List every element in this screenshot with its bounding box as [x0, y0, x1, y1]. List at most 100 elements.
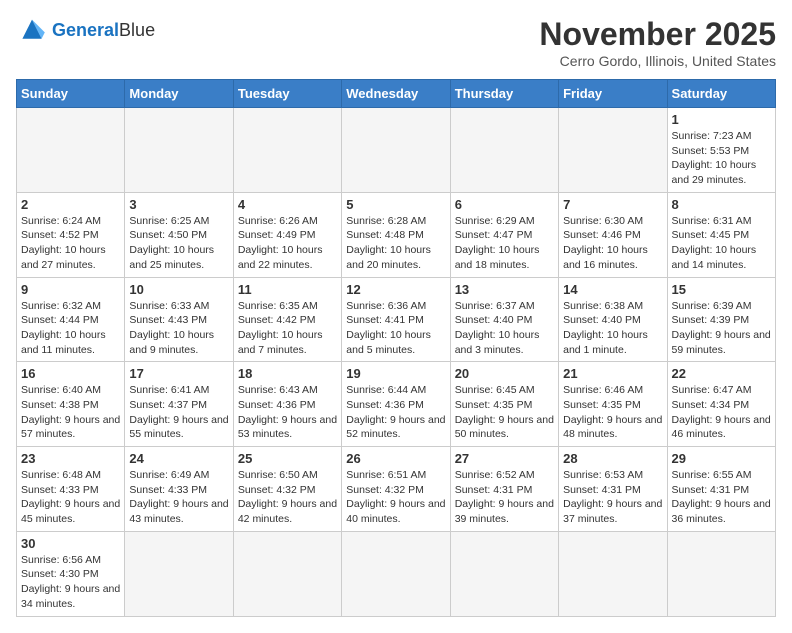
calendar-week-row: 1Sunrise: 7:23 AM Sunset: 5:53 PM Daylig… — [17, 108, 776, 193]
day-number: 11 — [238, 282, 337, 297]
day-number: 19 — [346, 366, 445, 381]
day-info: Sunrise: 6:56 AM Sunset: 4:30 PM Dayligh… — [21, 553, 120, 612]
day-info: Sunrise: 6:50 AM Sunset: 4:32 PM Dayligh… — [238, 468, 337, 527]
day-number: 7 — [563, 197, 662, 212]
logo: GeneralBlue — [16, 16, 155, 44]
day-info: Sunrise: 6:29 AM Sunset: 4:47 PM Dayligh… — [455, 214, 554, 273]
calendar-cell: 22 Sunrise: 6:47 AM Sunset: 4:34 PM Dayli… — [667, 362, 775, 447]
calendar-cell: 13 Sunrise: 6:37 AM Sunset: 4:40 PM Dayli… — [450, 277, 558, 362]
calendar-cell — [450, 531, 558, 616]
logo-text: GeneralBlue — [52, 20, 155, 41]
calendar-cell: 1Sunrise: 7:23 AM Sunset: 5:53 PM Daylig… — [667, 108, 775, 193]
calendar-cell — [559, 108, 667, 193]
day-number: 17 — [129, 366, 228, 381]
day-info: Sunrise: 6:28 AM Sunset: 4:48 PM Dayligh… — [346, 214, 445, 273]
day-info: Sunrise: 6:52 AM Sunset: 4:31 PM Dayligh… — [455, 468, 554, 527]
day-number: 15 — [672, 282, 771, 297]
calendar-cell: 6 Sunrise: 6:29 AM Sunset: 4:47 PM Daylig… — [450, 192, 558, 277]
calendar-cell: 9 Sunrise: 6:32 AM Sunset: 4:44 PM Daylig… — [17, 277, 125, 362]
day-info: Sunrise: 6:25 AM Sunset: 4:50 PM Dayligh… — [129, 214, 228, 273]
calendar-header-row: SundayMondayTuesdayWednesdayThursdayFrid… — [17, 80, 776, 108]
day-info: Sunrise: 6:44 AM Sunset: 4:36 PM Dayligh… — [346, 383, 445, 442]
calendar-week-row: 23 Sunrise: 6:48 AM Sunset: 4:33 PM Dayli… — [17, 447, 776, 532]
day-number: 21 — [563, 366, 662, 381]
logo-icon — [16, 16, 48, 44]
day-info: Sunrise: 6:37 AM Sunset: 4:40 PM Dayligh… — [455, 299, 554, 358]
day-number: 26 — [346, 451, 445, 466]
day-number: 8 — [672, 197, 771, 212]
day-info: Sunrise: 6:55 AM Sunset: 4:31 PM Dayligh… — [672, 468, 771, 527]
calendar-week-row: 30 Sunrise: 6:56 AM Sunset: 4:30 PM Dayli… — [17, 531, 776, 616]
day-number: 29 — [672, 451, 771, 466]
calendar-cell: 24 Sunrise: 6:49 AM Sunset: 4:33 PM Dayli… — [125, 447, 233, 532]
day-info: Sunrise: 6:33 AM Sunset: 4:43 PM Dayligh… — [129, 299, 228, 358]
day-number: 6 — [455, 197, 554, 212]
calendar-cell: 20Sunrise: 6:45 AM Sunset: 4:35 PM Dayli… — [450, 362, 558, 447]
calendar-cell — [450, 108, 558, 193]
calendar-week-row: 9 Sunrise: 6:32 AM Sunset: 4:44 PM Daylig… — [17, 277, 776, 362]
calendar-cell — [17, 108, 125, 193]
calendar-cell: 23 Sunrise: 6:48 AM Sunset: 4:33 PM Dayli… — [17, 447, 125, 532]
calendar-cell: 30 Sunrise: 6:56 AM Sunset: 4:30 PM Dayli… — [17, 531, 125, 616]
calendar-cell: 11 Sunrise: 6:35 AM Sunset: 4:42 PM Dayli… — [233, 277, 341, 362]
calendar-cell: 12 Sunrise: 6:36 AM Sunset: 4:41 PM Dayli… — [342, 277, 450, 362]
calendar-cell — [125, 531, 233, 616]
day-info: Sunrise: 6:24 AM Sunset: 4:52 PM Dayligh… — [21, 214, 120, 273]
day-info: Sunrise: 7:23 AM Sunset: 5:53 PM Dayligh… — [672, 129, 771, 188]
day-number: 12 — [346, 282, 445, 297]
day-number: 3 — [129, 197, 228, 212]
day-info: Sunrise: 6:43 AM Sunset: 4:36 PM Dayligh… — [238, 383, 337, 442]
calendar-week-row: 16 Sunrise: 6:40 AM Sunset: 4:38 PM Dayli… — [17, 362, 776, 447]
day-number: 27 — [455, 451, 554, 466]
calendar-cell: 28Sunrise: 6:53 AM Sunset: 4:31 PM Dayli… — [559, 447, 667, 532]
day-number: 2 — [21, 197, 120, 212]
day-info: Sunrise: 6:49 AM Sunset: 4:33 PM Dayligh… — [129, 468, 228, 527]
day-info: Sunrise: 6:51 AM Sunset: 4:32 PM Dayligh… — [346, 468, 445, 527]
calendar-cell: 25Sunrise: 6:50 AM Sunset: 4:32 PM Dayli… — [233, 447, 341, 532]
calendar-cell: 15 Sunrise: 6:39 AM Sunset: 4:39 PM Dayli… — [667, 277, 775, 362]
calendar-cell: 19 Sunrise: 6:44 AM Sunset: 4:36 PM Dayli… — [342, 362, 450, 447]
calendar-cell — [233, 108, 341, 193]
day-number: 23 — [21, 451, 120, 466]
day-info: Sunrise: 6:36 AM Sunset: 4:41 PM Dayligh… — [346, 299, 445, 358]
day-number: 22 — [672, 366, 771, 381]
calendar-week-row: 2 Sunrise: 6:24 AM Sunset: 4:52 PM Daylig… — [17, 192, 776, 277]
day-number: 30 — [21, 536, 120, 551]
calendar-cell — [342, 108, 450, 193]
day-number: 24 — [129, 451, 228, 466]
day-info: Sunrise: 6:47 AM Sunset: 4:34 PM Dayligh… — [672, 383, 771, 442]
day-number: 20 — [455, 366, 554, 381]
day-number: 13 — [455, 282, 554, 297]
day-number: 14 — [563, 282, 662, 297]
calendar-cell: 26 Sunrise: 6:51 AM Sunset: 4:32 PM Dayli… — [342, 447, 450, 532]
calendar-cell — [125, 108, 233, 193]
day-info: Sunrise: 6:26 AM Sunset: 4:49 PM Dayligh… — [238, 214, 337, 273]
day-number: 18 — [238, 366, 337, 381]
calendar-cell: 7 Sunrise: 6:30 AM Sunset: 4:46 PM Daylig… — [559, 192, 667, 277]
location-title: Cerro Gordo, Illinois, United States — [539, 53, 776, 69]
day-info: Sunrise: 6:40 AM Sunset: 4:38 PM Dayligh… — [21, 383, 120, 442]
day-number: 16 — [21, 366, 120, 381]
day-number: 9 — [21, 282, 120, 297]
calendar-cell: 8Sunrise: 6:31 AM Sunset: 4:45 PM Daylig… — [667, 192, 775, 277]
day-info: Sunrise: 6:32 AM Sunset: 4:44 PM Dayligh… — [21, 299, 120, 358]
calendar-cell: 4Sunrise: 6:26 AM Sunset: 4:49 PM Daylig… — [233, 192, 341, 277]
calendar-cell — [667, 531, 775, 616]
day-info: Sunrise: 6:48 AM Sunset: 4:33 PM Dayligh… — [21, 468, 120, 527]
calendar-cell — [342, 531, 450, 616]
day-info: Sunrise: 6:39 AM Sunset: 4:39 PM Dayligh… — [672, 299, 771, 358]
day-number: 28 — [563, 451, 662, 466]
day-info: Sunrise: 6:35 AM Sunset: 4:42 PM Dayligh… — [238, 299, 337, 358]
page-header: GeneralBlue November 2025 Cerro Gordo, I… — [16, 16, 776, 69]
day-info: Sunrise: 6:41 AM Sunset: 4:37 PM Dayligh… — [129, 383, 228, 442]
calendar-cell: 21Sunrise: 6:46 AM Sunset: 4:35 PM Dayli… — [559, 362, 667, 447]
calendar-cell: 27 Sunrise: 6:52 AM Sunset: 4:31 PM Dayli… — [450, 447, 558, 532]
calendar-header-tuesday: Tuesday — [233, 80, 341, 108]
calendar-cell: 5 Sunrise: 6:28 AM Sunset: 4:48 PM Daylig… — [342, 192, 450, 277]
day-info: Sunrise: 6:30 AM Sunset: 4:46 PM Dayligh… — [563, 214, 662, 273]
calendar-cell: 17 Sunrise: 6:41 AM Sunset: 4:37 PM Dayli… — [125, 362, 233, 447]
calendar-header-monday: Monday — [125, 80, 233, 108]
calendar-cell: 14Sunrise: 6:38 AM Sunset: 4:40 PM Dayli… — [559, 277, 667, 362]
day-number: 5 — [346, 197, 445, 212]
calendar-header-wednesday: Wednesday — [342, 80, 450, 108]
